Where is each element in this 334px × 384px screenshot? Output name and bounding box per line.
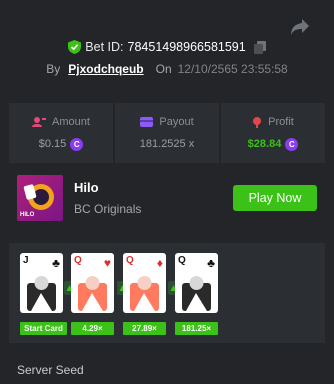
copy-icon[interactable] — [253, 40, 266, 54]
amount-stat: Amount $0.15 C — [9, 103, 113, 163]
card-rank: J — [23, 255, 29, 266]
profit-stat: Profit $28.84 C — [221, 103, 325, 163]
cards-panel: J ♣ ▲ Q ♥ ▲ Q ♦ ▲ Q ♣ — [9, 243, 325, 343]
bcd-coin-icon: C — [70, 137, 84, 151]
game-row: HILO Hilo BC Originals Play Now — [17, 175, 317, 221]
on-label: On — [155, 62, 172, 76]
amount-label: Amount — [52, 115, 90, 128]
bet-stats: Amount $0.15 C Payout 181.2525 x Profit — [9, 103, 325, 163]
amount-value: $0.15 — [38, 138, 67, 150]
payout-value: 181.2525 x — [139, 138, 195, 150]
queen-figure-icon — [130, 276, 159, 311]
game-provider: BC Originals — [74, 202, 142, 216]
play-now-button[interactable]: Play Now — [233, 185, 317, 211]
bet-datetime: 12/10/2565 23:55:58 — [177, 62, 288, 76]
author-row: By Pjxodchqeub On 12/10/2565 23:55:58 — [0, 62, 334, 76]
card-suit: ♥ — [103, 256, 111, 270]
multiplier-badge: 27.89× — [123, 322, 166, 335]
multiplier-badge: 181.25× — [175, 322, 218, 335]
by-label: By — [46, 62, 61, 76]
payout-icon — [140, 117, 154, 127]
bet-id-label: Bet ID: — [85, 40, 124, 54]
thumbnail-label: HILO — [20, 212, 35, 218]
game-thumbnail[interactable]: HILO — [17, 175, 63, 221]
card-suit: ♦ — [156, 256, 163, 270]
shield-check-icon — [68, 40, 82, 54]
profit-label: Profit — [268, 115, 294, 128]
username-link[interactable]: Pjxodchqeub — [68, 62, 143, 76]
profit-icon — [253, 116, 262, 128]
bet-id-row: Bet ID: 78451498966581591 — [0, 40, 334, 54]
bcd-coin-icon: C — [285, 137, 299, 151]
card-rank: Q — [74, 255, 82, 266]
server-seed-heading: Server Seed — [17, 363, 84, 377]
jack-figure-icon — [27, 276, 56, 311]
card-suit: ♣ — [52, 256, 60, 270]
bet-id-value: 78451498966581591 — [127, 40, 246, 54]
multiplier-badge: 4.29× — [71, 322, 114, 335]
card-rank: Q — [126, 255, 134, 266]
queen-figure-icon — [182, 276, 211, 311]
multiplier-badge: Start Card — [20, 322, 67, 335]
payout-label: Payout — [159, 116, 194, 128]
queen-figure-icon — [78, 276, 107, 311]
amount-icon — [32, 117, 47, 127]
profit-value: $28.84 — [247, 138, 282, 150]
payout-stat: Payout 181.2525 x — [115, 103, 219, 163]
playing-card: Q ♦ — [123, 253, 166, 313]
share-icon[interactable] — [290, 18, 310, 36]
card-suit: ♣ — [207, 256, 215, 270]
playing-card: Q ♥ — [71, 253, 114, 313]
game-title: Hilo — [74, 180, 99, 195]
card-rank: Q — [178, 255, 186, 266]
playing-card: Q ♣ — [175, 253, 218, 313]
playing-card: J ♣ — [20, 253, 63, 313]
